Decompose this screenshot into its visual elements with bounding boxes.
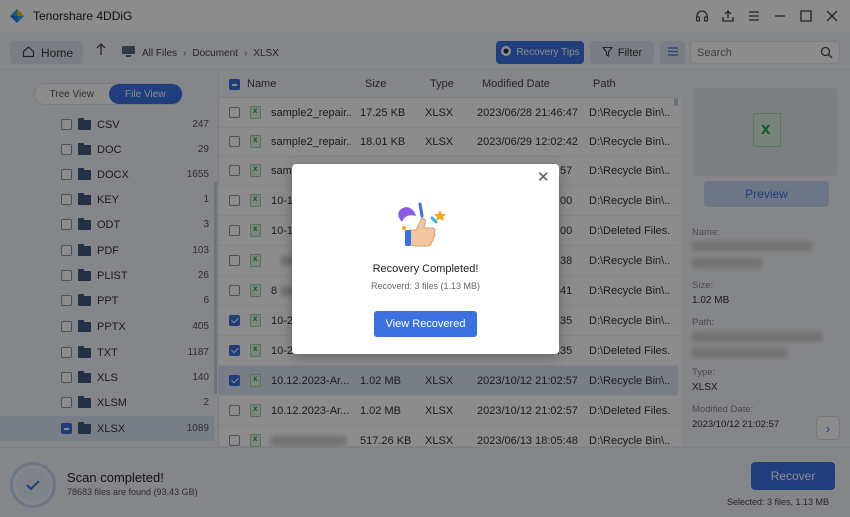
- dialog-title: Recovery Completed!: [372, 263, 479, 275]
- recovery-completed-dialog: ✕ Recovery Completed! Recoverd: 3 files …: [292, 164, 559, 354]
- thumbs-up-icon: [398, 202, 446, 247]
- close-icon[interactable]: ✕: [537, 168, 550, 186]
- dialog-subtitle: Recoverd: 3 files (1.13 MB): [370, 281, 481, 291]
- view-recovered-button[interactable]: View Recovered: [374, 311, 477, 337]
